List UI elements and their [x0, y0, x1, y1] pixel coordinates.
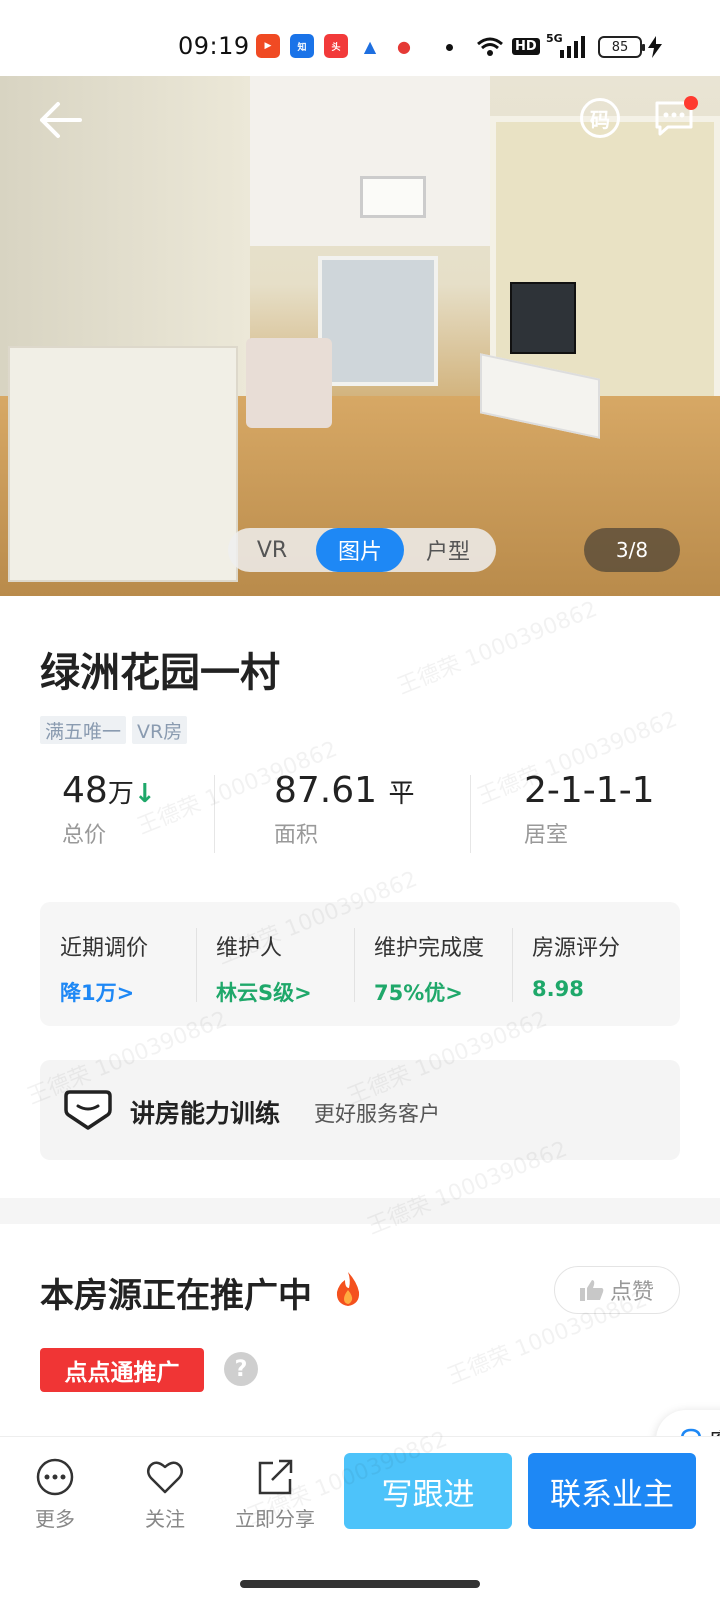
recent-price-change[interactable]: 近期调价 降1万> [40, 902, 196, 1026]
promotion-tag: 点点通推广 [40, 1348, 204, 1392]
maintenance-info-card: 近期调价 降1万> 维护人 林云S级> 维护完成度 75%优> 房源评分 8.9… [40, 902, 680, 1026]
info-label: 维护人 [216, 936, 283, 961]
bottom-action-bar: 更多 关注 立即分享 写跟进 联系业主 [0, 1436, 720, 1600]
layout-stat: 2-1-1-1 居室 [524, 770, 655, 849]
training-subtitle: 更好服务客户 [314, 1102, 440, 1126]
like-button[interactable]: 点赞 [554, 1266, 680, 1314]
divider [470, 775, 471, 853]
share-button[interactable]: 立即分享 [230, 1457, 320, 1532]
info-value: 8.98 [532, 977, 584, 1001]
promotion-title: 本房源正在推广中 [40, 1276, 312, 1316]
heart-icon [147, 1461, 183, 1494]
flame-icon [336, 1272, 360, 1306]
share-icon [258, 1459, 293, 1495]
info-value: 降1万> [60, 981, 135, 1005]
more-button[interactable]: 更多 [10, 1457, 100, 1532]
price-stat: 48万↓ 总价 [62, 770, 156, 849]
back-arrow-icon[interactable] [36, 98, 84, 142]
contact-owner-button[interactable]: 联系业主 [528, 1453, 696, 1529]
qr-code-button[interactable]: 码 [580, 98, 620, 138]
info-label: 近期调价 [60, 936, 149, 961]
qr-code-label: 码 [590, 107, 610, 132]
tag-item: VR房 [132, 716, 188, 744]
listing-photo[interactable] [0, 76, 720, 596]
listing-score[interactable]: 房源评分 8.98 [512, 902, 680, 1026]
unread-dot [684, 96, 698, 110]
layout-label: 居室 [524, 823, 569, 848]
area-label: 面积 [274, 823, 319, 848]
info-label: 维护完成度 [374, 936, 485, 961]
help-icon[interactable]: ? [224, 1352, 258, 1386]
a-icon: ▲ [358, 34, 382, 58]
training-card[interactable]: 讲房能力训练 更好服务客户 [40, 1060, 680, 1160]
maintainer[interactable]: 维护人 林云S级> [196, 902, 354, 1026]
more-icon [36, 1458, 74, 1496]
toutiao-icon: 头 [324, 34, 348, 58]
battery-indicator: 85 [598, 36, 645, 58]
map-pin-icon: ● [392, 34, 416, 58]
price-unit: 万 [107, 779, 134, 809]
media-switch: VR 图片 户型 [228, 528, 496, 572]
home-indicator[interactable] [240, 1580, 480, 1588]
wifi-icon [477, 37, 503, 56]
follow-button[interactable]: 关注 [120, 1457, 210, 1532]
listing-tags: 满五唯一 VR房 [40, 716, 188, 744]
price-down-icon: ↓ [133, 779, 156, 809]
tab-floorplan[interactable]: 户型 [404, 528, 492, 572]
hd-badge: HD [512, 38, 540, 55]
divider [214, 775, 215, 853]
share-label: 立即分享 [235, 1507, 315, 1531]
section-divider [0, 1198, 720, 1224]
write-follow-up-button[interactable]: 写跟进 [344, 1453, 512, 1529]
listing-title: 绿洲花园一村 [40, 650, 280, 696]
maintenance-completion[interactable]: 维护完成度 75%优> [354, 902, 512, 1026]
area-stat: 87.61 平 面积 [274, 770, 415, 849]
tab-vr[interactable]: VR [228, 528, 316, 572]
training-title: 讲房能力训练 [130, 1099, 281, 1128]
area-unit: 平 [388, 779, 415, 809]
video-icon: ▶ [256, 34, 280, 58]
tab-photos[interactable]: 图片 [316, 528, 404, 572]
area-value: 87.61 [274, 770, 378, 811]
charging-icon [648, 36, 662, 58]
price-value: 48 [62, 770, 108, 811]
like-label: 点赞 [609, 1280, 654, 1305]
signal-icon [560, 36, 585, 58]
layout-value: 2-1-1-1 [524, 770, 655, 811]
notification-dot-icon [446, 44, 453, 51]
tag-item: 满五唯一 [40, 716, 127, 744]
thumbs-up-icon [579, 1280, 604, 1301]
key-stats: 48万↓ 总价 87.61 平 面积 2-1-1-1 居室 [0, 770, 720, 870]
info-value: 林云S级> [216, 981, 312, 1005]
photo-counter: 3/8 [584, 528, 680, 572]
info-label: 房源评分 [532, 936, 621, 961]
price-label: 总价 [62, 823, 107, 848]
status-bar: 09:19 ▶ 知 头 ▲ ● HD 5G 85 [0, 0, 720, 76]
status-time: 09:19 [178, 32, 250, 60]
follow-label: 关注 [145, 1507, 185, 1531]
chat-bubble-icon [64, 1090, 112, 1130]
watermark: 王德荣 1000390862 [394, 596, 601, 700]
more-label: 更多 [35, 1507, 75, 1531]
info-value: 75%优> [374, 981, 463, 1005]
zhihu-icon: 知 [290, 34, 314, 58]
